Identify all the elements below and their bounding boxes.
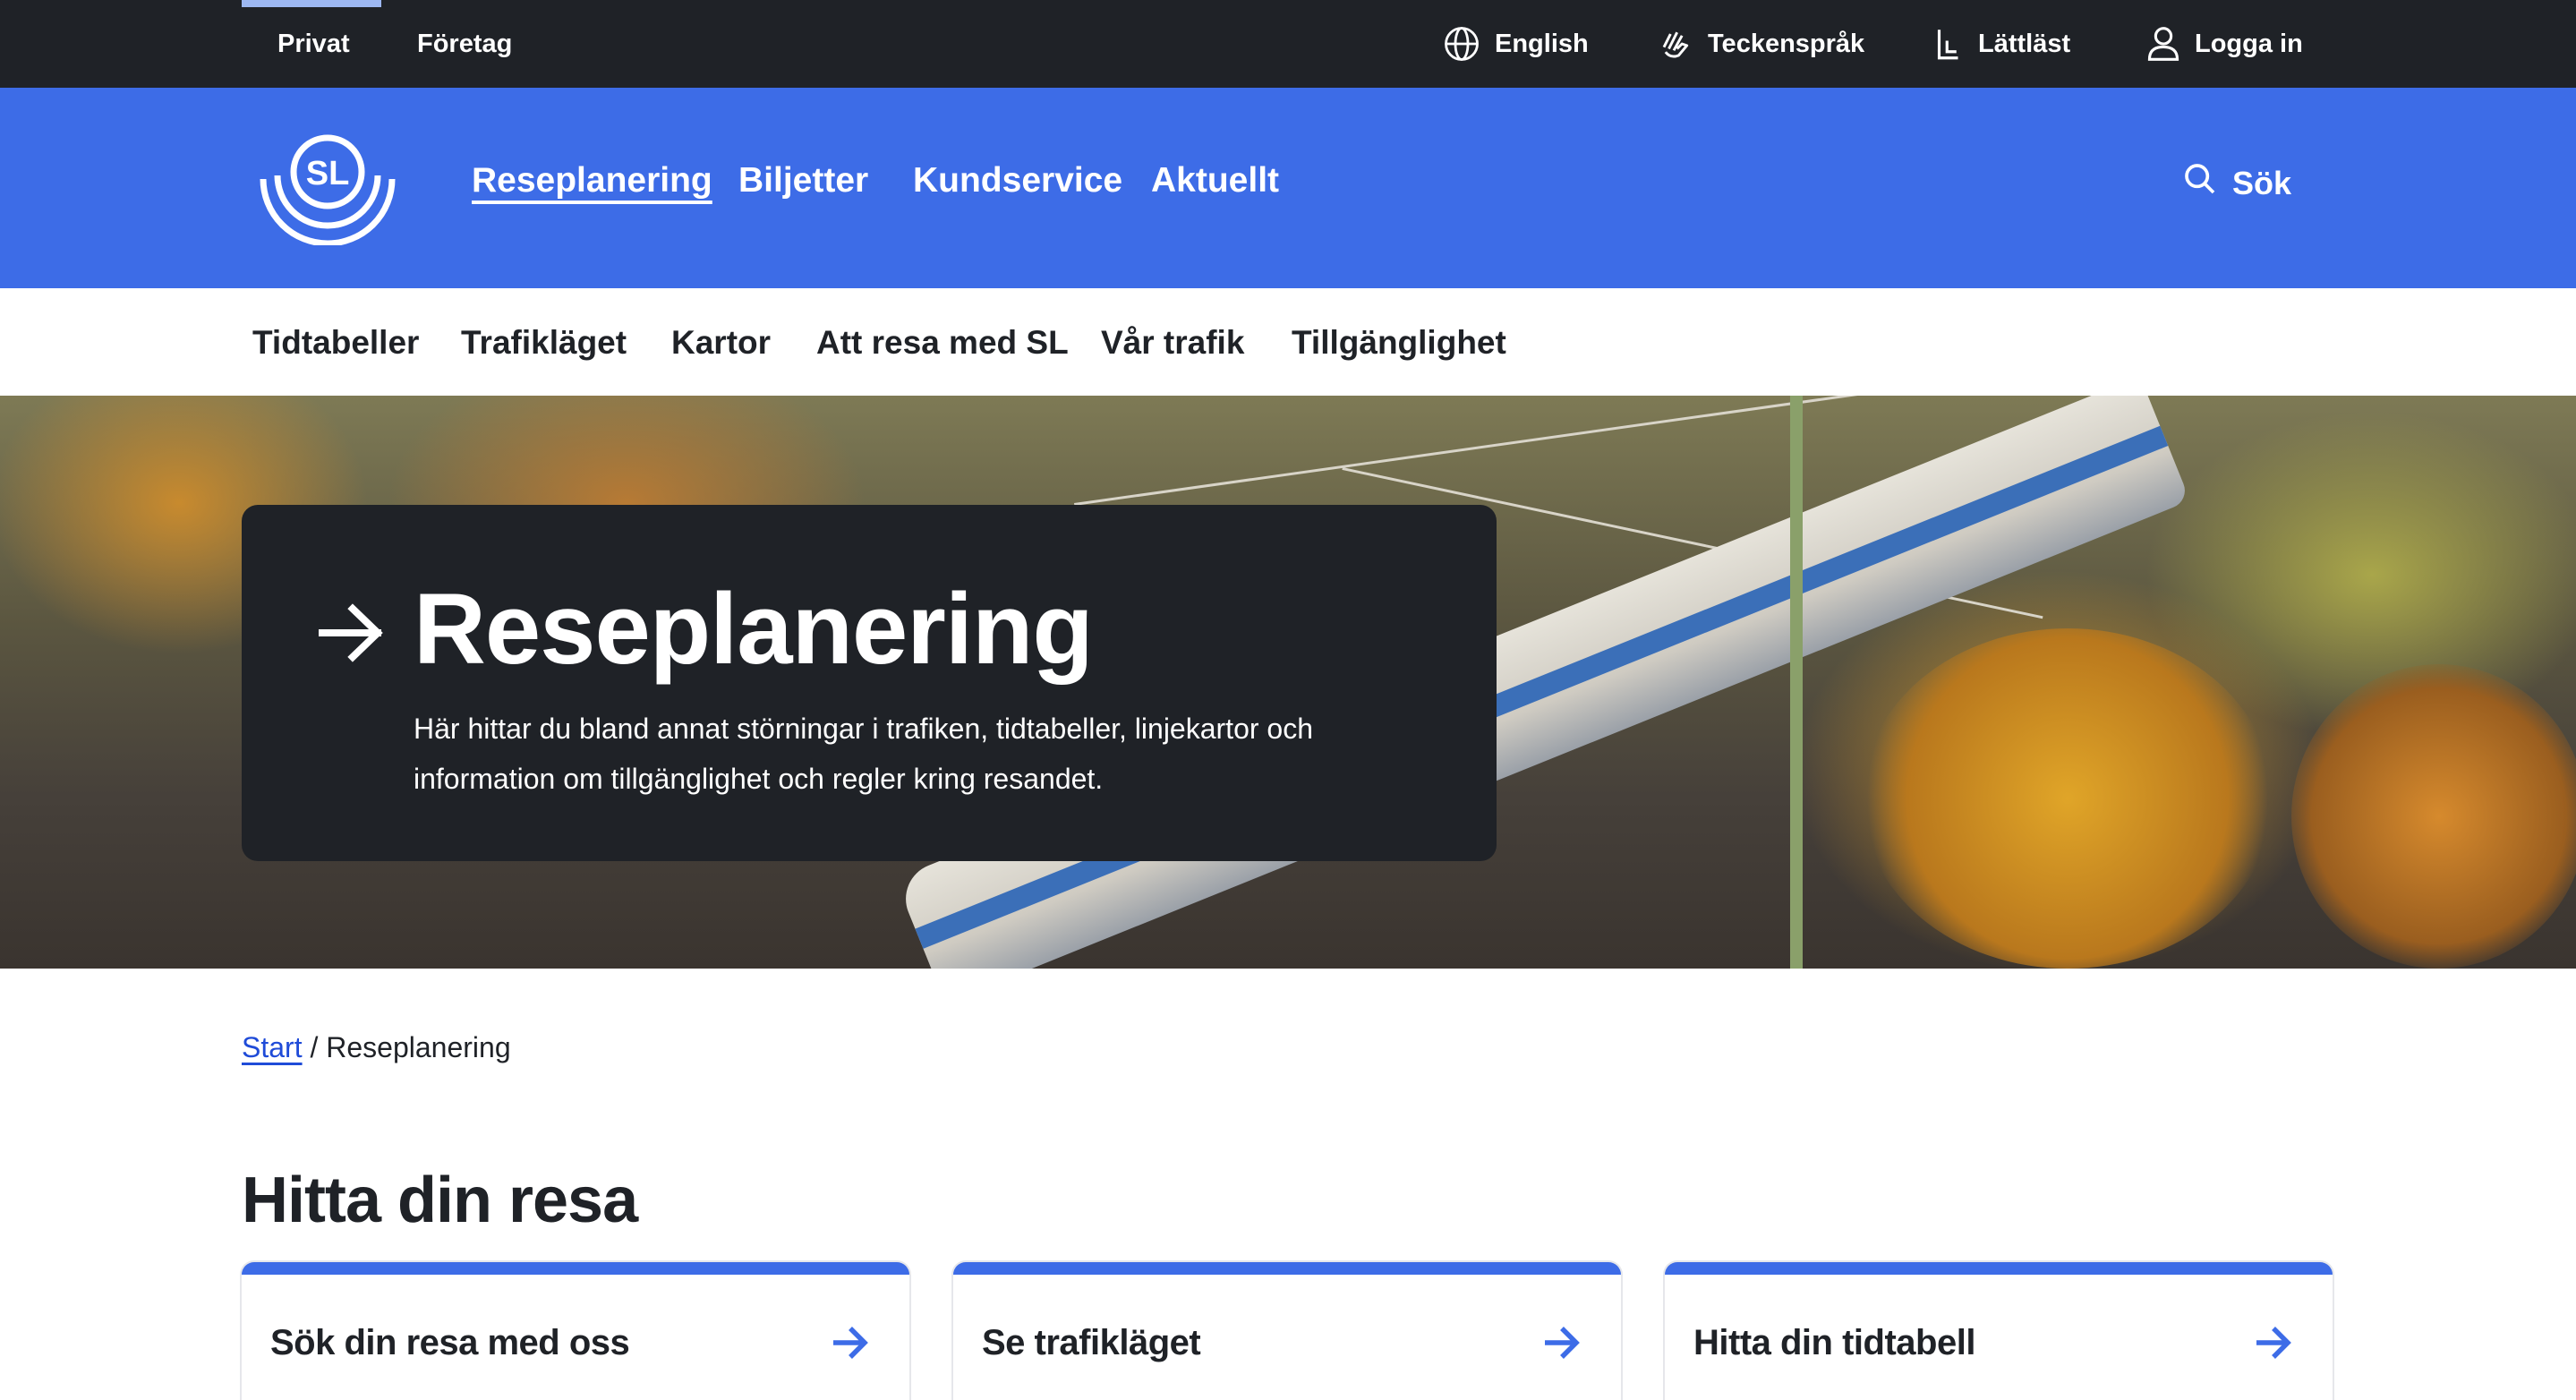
search-icon xyxy=(2182,161,2218,205)
sign-language-icon xyxy=(1654,24,1693,64)
easy-read-icon xyxy=(1933,25,1964,63)
login-label: Logga in xyxy=(2195,29,2303,58)
breadcrumb-separator: / xyxy=(310,1031,319,1063)
subnav-var-trafik[interactable]: Vår trafik xyxy=(1101,324,1244,362)
hero-description: Här hittar du bland annat störningar i t… xyxy=(414,713,1313,795)
card-title: Hitta din tidtabell xyxy=(1693,1323,1975,1362)
arrow-right-icon xyxy=(317,602,387,669)
language-link[interactable]: English xyxy=(1443,0,1589,88)
globe-icon xyxy=(1443,25,1480,63)
utility-bar: Privat Företag English Teckenspråk Lättl… xyxy=(0,0,2576,88)
catenary-pole xyxy=(1790,396,1803,969)
subnav-tillganglighet[interactable]: Tillgänglighet xyxy=(1292,324,1506,362)
segment-privat[interactable]: Privat xyxy=(277,0,350,88)
search-label: Sök xyxy=(2232,164,2292,201)
nav-reseplanering[interactable]: Reseplanering xyxy=(472,161,712,201)
section-title: Hitta din resa xyxy=(242,1165,638,1236)
arrow-right-icon xyxy=(1542,1325,1582,1365)
nav-kundservice[interactable]: Kundservice xyxy=(913,161,1122,201)
user-icon xyxy=(2146,25,2180,63)
subnav-kartor[interactable]: Kartor xyxy=(671,324,771,362)
easy-read-label: Lättläst xyxy=(1978,29,2071,58)
subnav-tidtabeller[interactable]: Tidtabeller xyxy=(252,324,419,362)
card-title: Se trafikläget xyxy=(982,1323,1201,1362)
sign-language-label: Teckenspråk xyxy=(1708,29,1865,58)
easy-read-link[interactable]: Lättläst xyxy=(1933,0,2070,88)
subnav-trafiklaget[interactable]: Trafikläget xyxy=(461,324,627,362)
sl-logo[interactable]: SL xyxy=(258,131,397,247)
card-hitta-din-tidtabell[interactable]: Hitta din tidtabell xyxy=(1665,1262,2333,1400)
segment-foretag[interactable]: Företag xyxy=(417,0,512,88)
sign-language-link[interactable]: Teckenspråk xyxy=(1654,0,1864,88)
login-link[interactable]: Logga in xyxy=(2146,0,2303,88)
breadcrumb-start-link[interactable]: Start xyxy=(242,1031,303,1063)
subnav-att-resa-med-sl[interactable]: Att resa med SL xyxy=(816,324,1069,362)
card-sok-din-resa[interactable]: Sök din resa med oss xyxy=(242,1262,909,1400)
arrow-right-icon xyxy=(831,1325,870,1365)
breadcrumb-current: Reseplanering xyxy=(326,1031,511,1063)
arrow-right-icon xyxy=(2254,1325,2293,1365)
logo-text: SL xyxy=(306,155,350,192)
search-button[interactable]: Sök xyxy=(2182,161,2291,205)
nav-biljetter[interactable]: Biljetter xyxy=(738,161,868,201)
card-se-trafiklaget[interactable]: Se trafikläget xyxy=(953,1262,1621,1400)
language-label: English xyxy=(1495,29,1589,58)
breadcrumb: Start / Reseplanering xyxy=(242,1031,511,1064)
card-title: Sök din resa med oss xyxy=(270,1323,630,1362)
nav-aktuellt[interactable]: Aktuellt xyxy=(1151,161,1279,201)
page-title: Reseplanering xyxy=(414,573,1094,685)
hero-card: Reseplanering Här hittar du bland annat … xyxy=(242,505,1497,861)
